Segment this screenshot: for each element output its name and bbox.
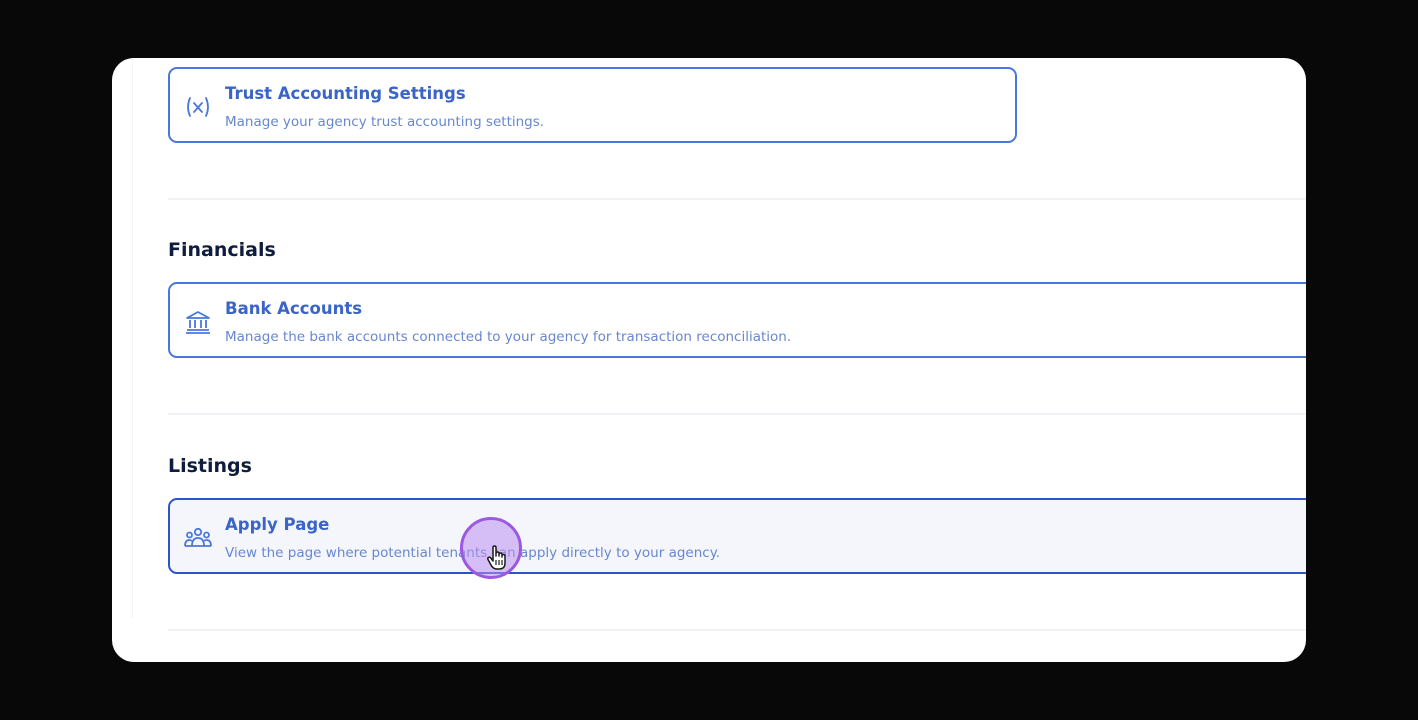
section-divider	[168, 629, 1306, 631]
card-description: Manage your agency trust accounting sett…	[225, 114, 545, 130]
card-title: Bank Accounts	[225, 299, 363, 318]
section-divider	[168, 413, 1306, 415]
settings-window: Trust Accounting Settings Manage your ag…	[112, 58, 1306, 662]
bank-accounts-card[interactable]: Bank Accounts Manage the bank accounts c…	[168, 282, 1306, 358]
card-title: Trust Accounting Settings	[225, 84, 466, 103]
users-group-icon	[184, 524, 212, 552]
section-divider	[168, 198, 1306, 200]
section-heading-listings: Listings	[168, 455, 252, 477]
sidebar-edge	[132, 58, 133, 618]
variable-icon	[184, 93, 212, 121]
card-title: Apply Page	[225, 515, 330, 534]
bank-icon	[184, 308, 212, 336]
trust-accounting-settings-card[interactable]: Trust Accounting Settings Manage your ag…	[168, 67, 1017, 143]
hand-cursor-icon	[486, 545, 508, 575]
section-heading-financials: Financials	[168, 239, 276, 261]
card-description: Manage the bank accounts connected to yo…	[225, 329, 792, 345]
apply-page-card[interactable]: Apply Page View the page where potential…	[168, 498, 1306, 574]
